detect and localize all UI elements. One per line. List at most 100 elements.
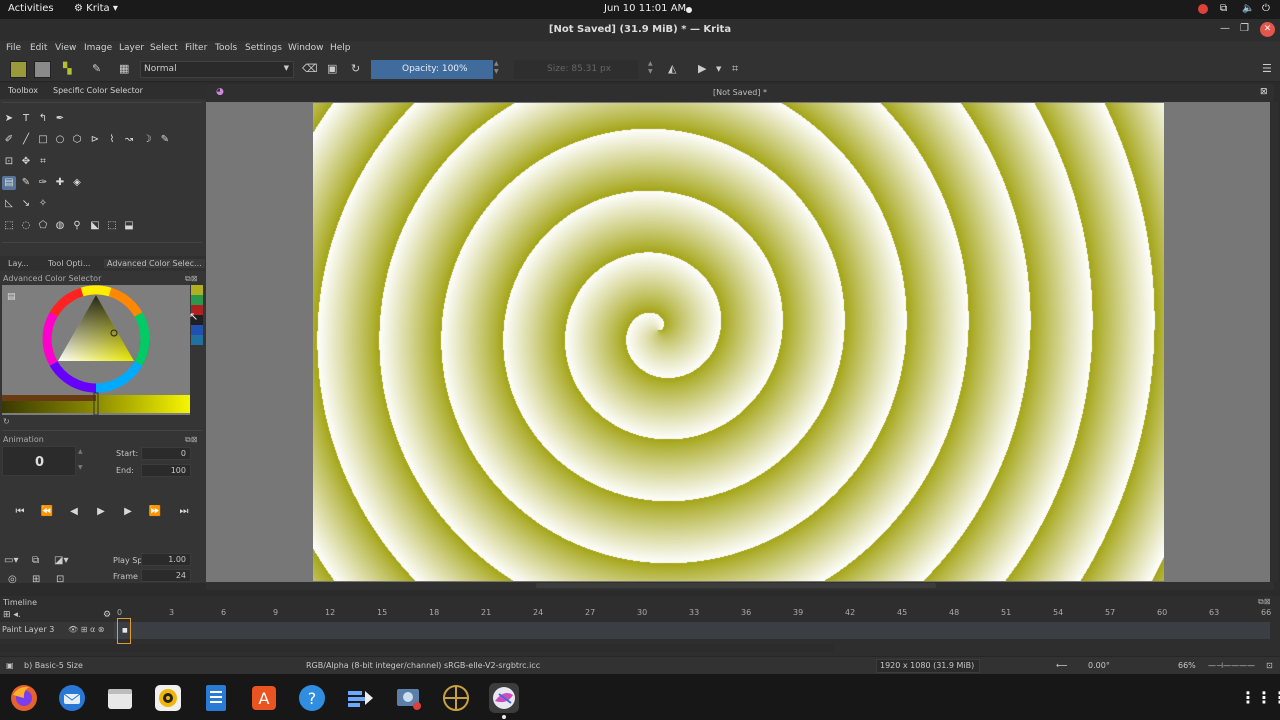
menu-window[interactable]: Window (288, 43, 324, 53)
layer-visibility-icons[interactable]: 👁 ⊞ α ⊗ (68, 625, 104, 634)
docker-float-close-icon[interactable]: ⧉⊠ (185, 435, 197, 445)
edit-shapes-tool-icon[interactable]: ↰ (36, 112, 50, 126)
preserve-alpha-icon[interactable]: ▣ (327, 62, 337, 75)
onion-skin-icon[interactable]: ▭▾ (4, 555, 18, 566)
close-document-icon[interactable]: ⊠ (1260, 87, 1268, 97)
fill-tool-icon[interactable]: ◈ (70, 176, 84, 190)
volume-icon[interactable]: 🔈 (1242, 3, 1254, 14)
app-menu[interactable]: ⚙ Krita ▾ (74, 3, 118, 14)
previous-frame-icon[interactable]: ◀ (65, 506, 83, 522)
size-spin-arrows[interactable]: ▲ ▼ (648, 60, 656, 79)
tab-layers[interactable]: Lay... (8, 259, 29, 268)
transform-tool-icon[interactable]: ⊡ (2, 155, 16, 169)
firefox-app[interactable] (9, 683, 39, 713)
calligraphy-tool-icon[interactable]: ✒ (53, 112, 67, 126)
current-frame-display[interactable]: 0 (2, 446, 76, 476)
blending-mode-select[interactable]: Normal ▼ (140, 61, 294, 78)
assistant-tool-icon[interactable]: ◺ (2, 197, 16, 211)
files-app[interactable] (105, 683, 135, 713)
rectangular-selection-tool-icon[interactable]: ⬚ (2, 219, 16, 233)
tab-tool-options[interactable]: Tool Opti... (48, 259, 90, 268)
previous-keyframe-icon[interactable]: ⏪ (38, 506, 56, 522)
freehand-path-tool-icon[interactable]: ↝ (122, 133, 136, 147)
gradient-tool-icon[interactable]: ▤ (2, 176, 16, 190)
color-history-swatch[interactable] (191, 295, 203, 305)
colorize-mask-tool-icon[interactable]: ✑ (36, 176, 50, 190)
thunderbird-app[interactable] (57, 683, 87, 713)
timeline-layer-row[interactable]: Paint Layer 3 👁 ⊞ α ⊗ (0, 622, 1270, 639)
polygonal-selection-tool-icon[interactable]: ⬠ (36, 219, 50, 233)
menu-settings[interactable]: Settings (245, 43, 282, 53)
smart-patch-tool-icon[interactable]: ✚ (53, 176, 67, 190)
document-tab[interactable]: [Not Saved] * (206, 88, 1274, 97)
help-app[interactable]: ? (297, 683, 327, 713)
rotate-icon[interactable]: ⟵ (1056, 661, 1067, 670)
power-icon[interactable]: ⏻ (1262, 3, 1270, 14)
menu-edit[interactable]: Edit (30, 43, 47, 53)
auto-key-icon[interactable]: ◪▾ (54, 555, 68, 566)
rectangle-tool-icon[interactable]: □ (36, 133, 50, 147)
zoom-slider[interactable]: —⊣———— (1208, 661, 1255, 670)
bezier-tool-icon[interactable]: ⌇ (105, 133, 119, 147)
measure-tool-icon[interactable]: ↘ (19, 197, 33, 211)
menu-select[interactable]: Select (150, 43, 178, 53)
end-frame-input[interactable]: 100 (141, 464, 191, 477)
minimize-button[interactable]: — (1220, 23, 1230, 34)
screen-recorder-app[interactable] (393, 683, 423, 713)
chevron-down-icon[interactable]: ▼ (716, 65, 721, 73)
zoom-value[interactable]: 66% (1178, 661, 1196, 670)
play-speed-input[interactable]: 1.00 (141, 553, 191, 566)
reference-images-tool-icon[interactable]: ✧ (36, 197, 50, 211)
opacity-slider[interactable]: Opacity: 100% (371, 60, 493, 79)
polygon-tool-icon[interactable]: ⬡ (70, 133, 84, 147)
vertical-scrollbar[interactable] (1270, 102, 1278, 582)
advanced-color-selector[interactable]: ▤ (2, 285, 190, 416)
recording-indicator-icon[interactable] (1198, 4, 1208, 14)
show-apps-button[interactable]: ⋮⋮⋮ (1240, 683, 1280, 713)
freehand-brush-tool-icon[interactable]: ✐ (2, 133, 16, 147)
frame-rate-input[interactable]: 24 (141, 569, 191, 582)
next-frame-icon[interactable]: ▶ (119, 506, 137, 522)
krita-app[interactable] (489, 683, 519, 713)
tab-advanced-color-selector[interactable]: Advanced Color Selec... (104, 259, 205, 268)
eraser-icon[interactable]: ⌫ (302, 62, 318, 75)
go-to-end-icon[interactable]: ⏭ (175, 506, 193, 522)
add-layer-icon[interactable]: ⊞ ◂. (3, 610, 21, 620)
frame-spin-arrows[interactable]: ▲ ▼ (78, 448, 86, 471)
ellipse-tool-icon[interactable]: ○ (53, 133, 67, 147)
kdenlive-app[interactable] (345, 683, 375, 713)
foreground-color-swatch[interactable] (10, 61, 27, 78)
timeline-settings-icon[interactable]: ⚙ (103, 610, 111, 620)
dynamic-brush-tool-icon[interactable]: ☽ (140, 133, 154, 147)
next-keyframe-icon[interactable]: ⏩ (146, 506, 164, 522)
hamburger-menu-icon[interactable]: ☰ (1262, 62, 1272, 75)
refresh-icon[interactable]: ↻ (3, 417, 10, 426)
docker-float-close-icon[interactable]: ⧉⊠ (1258, 597, 1270, 607)
clock[interactable]: Jun 10 11:01 AM (604, 3, 686, 14)
color-wheel[interactable]: ▤ (2, 285, 190, 416)
menu-layer[interactable]: Layer (119, 43, 144, 53)
drop-frames-icon[interactable]: ⧉ (32, 555, 39, 566)
scrollbar-thumb[interactable] (536, 583, 936, 588)
play-icon[interactable]: ▶ (92, 506, 110, 522)
color-history-swatch[interactable] (191, 285, 203, 295)
bezier-selection-tool-icon[interactable]: ⬚ (105, 219, 119, 233)
menu-tools[interactable]: Tools (215, 43, 237, 53)
go-to-start-icon[interactable]: ⏮ (11, 506, 29, 522)
software-center-app[interactable]: A (249, 683, 279, 713)
menu-filter[interactable]: Filter (185, 43, 207, 53)
fullscreen-icon[interactable]: ⊡ (1266, 661, 1273, 670)
activities-button[interactable]: Activities (8, 3, 54, 14)
select-shapes-tool-icon[interactable]: ➤ (2, 112, 16, 126)
contiguous-selection-tool-icon[interactable]: ⚲ (70, 219, 84, 233)
horizontal-scrollbar[interactable] (206, 582, 1274, 590)
line-tool-icon[interactable]: ╱ (19, 133, 33, 147)
menu-help[interactable]: Help (330, 43, 351, 53)
freehand-selection-tool-icon[interactable]: ◍ (53, 219, 67, 233)
keyframe-marker[interactable]: ■ (122, 627, 128, 634)
opacity-spin-arrows[interactable]: ▲ ▼ (494, 60, 502, 79)
crop-tool-icon[interactable]: ⌗ (36, 155, 50, 169)
mirror-horizontal-icon[interactable]: ◭ (668, 62, 676, 75)
tab-toolbox[interactable]: Toolbox (8, 86, 38, 95)
onion-settings-icon[interactable]: ◎ (8, 574, 17, 585)
